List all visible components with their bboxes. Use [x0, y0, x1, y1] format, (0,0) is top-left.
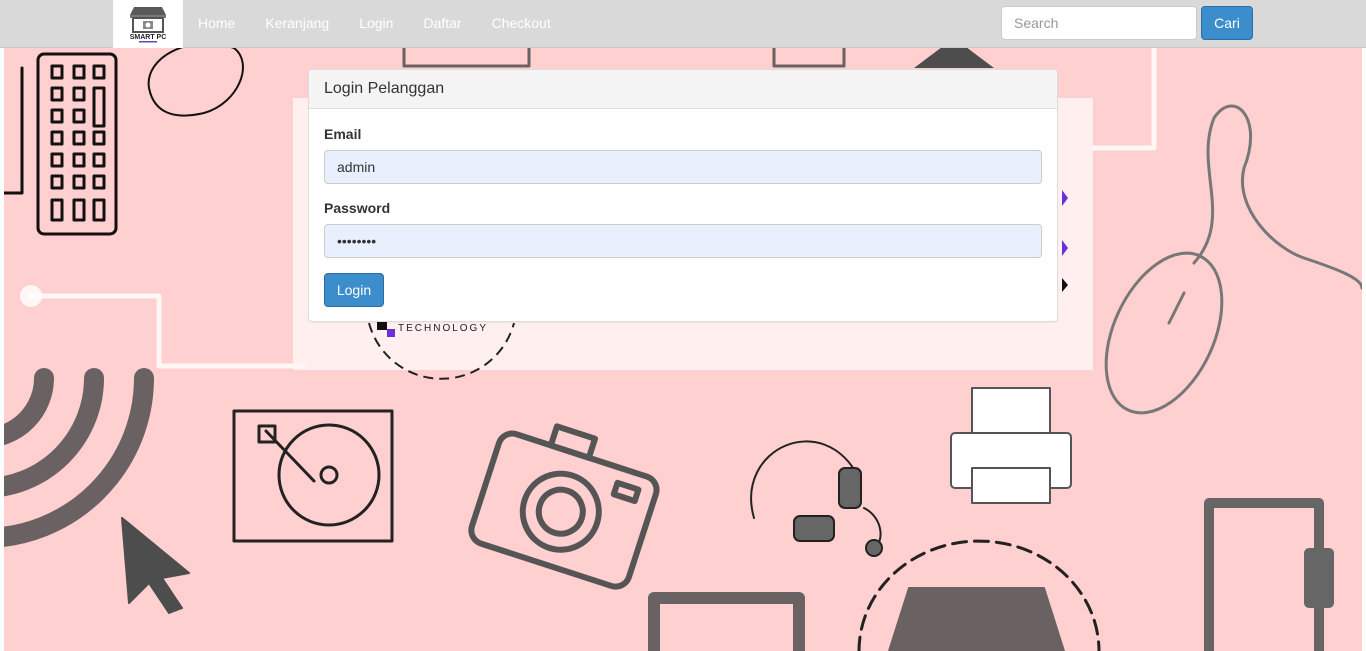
- wifi-doodle-icon: [4, 368, 154, 547]
- hard-drive-doodle-icon: [232, 409, 394, 543]
- panel-title: Login Pelanggan: [309, 70, 1057, 109]
- keyboard-doodle-icon: [36, 52, 118, 236]
- nav-daftar-link[interactable]: Daftar: [408, 0, 476, 48]
- nav-home-link[interactable]: Home: [183, 0, 250, 48]
- password-label: Password: [324, 200, 391, 216]
- nav-login-link[interactable]: Login: [344, 0, 408, 48]
- logo-text: SMART PC: [130, 34, 167, 41]
- email-label: Email: [324, 126, 362, 142]
- password-field[interactable]: [324, 224, 1042, 258]
- brand-logo[interactable]: SMART PC: [113, 0, 183, 48]
- main-nav: Home Keranjang Login Daftar Checkout: [183, 0, 566, 48]
- printer-doodle-icon: [950, 387, 1072, 504]
- search-button[interactable]: Cari: [1201, 6, 1253, 40]
- mouse-doodle-icon: [1104, 104, 1362, 415]
- store-logo-icon: SMART PC: [130, 7, 167, 43]
- cursor-doodle-icon: [121, 517, 190, 614]
- headphones-doodle-icon: [750, 440, 883, 557]
- email-field[interactable]: [324, 150, 1042, 184]
- nav-keranjang-link[interactable]: Keranjang: [250, 0, 344, 48]
- login-button[interactable]: Login: [324, 273, 384, 307]
- nav-checkout-link[interactable]: Checkout: [477, 0, 566, 48]
- search-input[interactable]: [1001, 6, 1197, 40]
- camera-doodle-icon: [468, 423, 660, 590]
- top-navbar: SMART PC Home Keranjang Login Daftar Che…: [0, 0, 1366, 48]
- banner-text: TECHNOLOGY: [398, 323, 488, 334]
- login-panel: Login Pelanggan Email Password Login: [308, 69, 1058, 322]
